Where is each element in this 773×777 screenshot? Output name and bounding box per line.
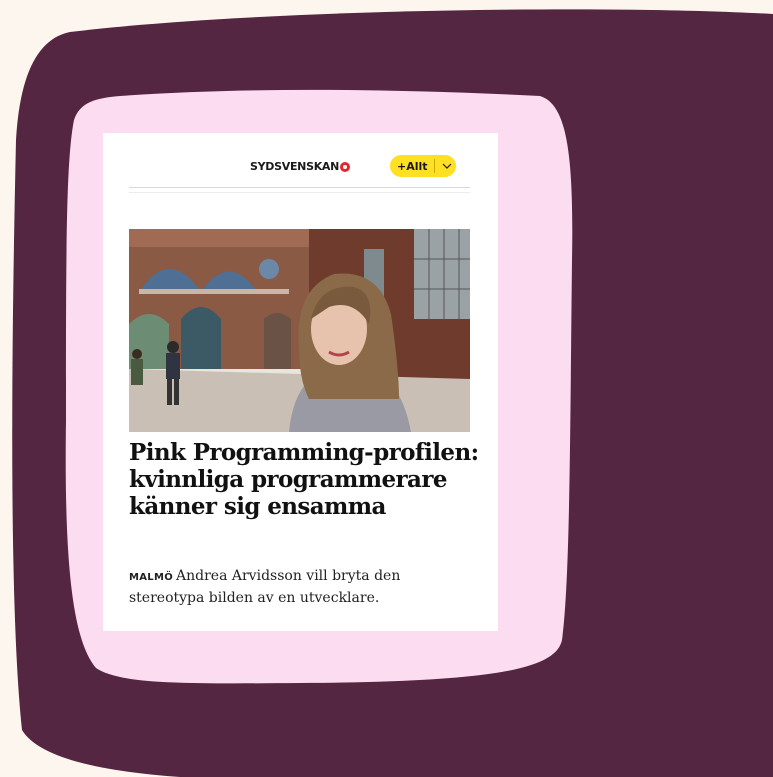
- stage: SYDSVENSKAN +Allt Pink Programming-profi…: [0, 0, 773, 777]
- plus-allt-menu-button[interactable]: +Allt: [390, 155, 456, 177]
- header-divider: [129, 187, 470, 193]
- plus-allt-label: +Allt: [397, 159, 428, 173]
- chevron-down-icon: [442, 163, 451, 169]
- logo-text: SYDSVENSKAN: [250, 160, 340, 173]
- pill-divider: [433, 159, 435, 173]
- sydsvenskan-dot-icon: [340, 161, 351, 172]
- masthead: SYDSVENSKAN +Allt: [103, 133, 498, 191]
- article-headline[interactable]: Pink Programming-profilen: kvinnliga pro…: [129, 439, 479, 520]
- article-card[interactable]: SYDSVENSKAN +Allt Pink Programming-profi…: [103, 133, 498, 631]
- article-dateline: MALMÖ: [129, 572, 174, 583]
- article-lead: MALMÖ Andrea Arvidsson vill bryta den ste…: [129, 566, 474, 608]
- article-photo[interactable]: [129, 229, 470, 432]
- sydsvenskan-logo[interactable]: SYDSVENSKAN: [250, 160, 351, 173]
